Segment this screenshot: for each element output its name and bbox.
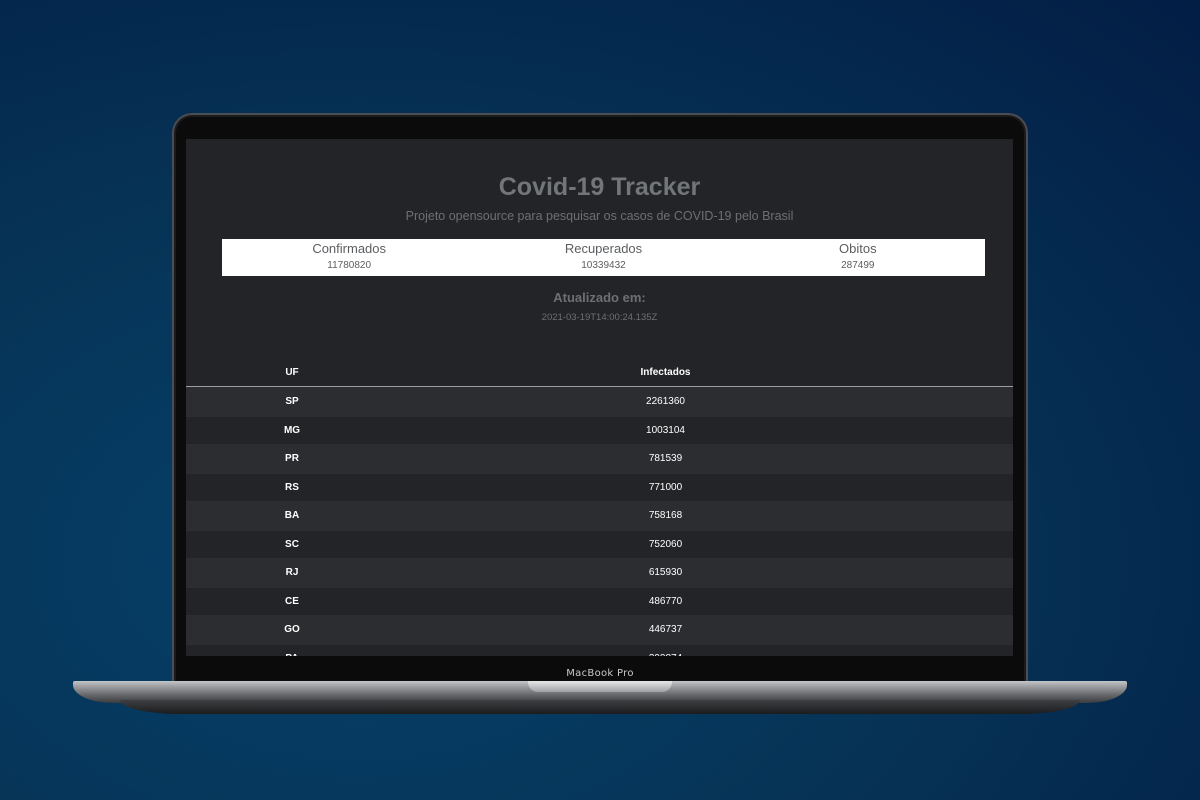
cell-uf: GO xyxy=(284,624,300,636)
stat-value: 10339432 xyxy=(581,260,626,271)
updated-label: Atualizado em: xyxy=(553,290,646,305)
cell-infected: 486770 xyxy=(648,595,683,607)
table-row: SP 2261360 xyxy=(186,387,1013,416)
table-row: MG 1003104 xyxy=(186,415,1013,444)
cell-infected: 615930 xyxy=(648,567,683,579)
stats-card: Confirmados 11780820 Recuperados 1033943… xyxy=(222,239,985,276)
device-label: MacBook Pro xyxy=(566,668,634,679)
page-subtitle: Projeto opensource para pesquisar os cas… xyxy=(405,209,794,223)
table-row: BA 758168 xyxy=(186,501,1013,530)
states-table: UF Infectados SP 2261360 MG 1003104 PR 7… xyxy=(186,359,1013,656)
table-row: PA 390874 xyxy=(186,643,1013,656)
cell-uf: SC xyxy=(285,538,299,550)
cell-infected: 1003104 xyxy=(646,424,685,436)
cell-infected: 390874 xyxy=(398,653,1013,656)
column-header-uf[interactable]: UF xyxy=(186,367,398,378)
cell-uf: RJ xyxy=(285,567,299,579)
stat-label: Confirmados xyxy=(312,241,387,256)
table-row: RJ 615930 xyxy=(186,558,1013,587)
cell-infected: 771000 xyxy=(648,481,683,493)
table-row: CE 486770 xyxy=(186,586,1013,615)
page-title: Covid-19 Tracker xyxy=(498,173,701,201)
cell-infected: 446737 xyxy=(648,624,683,636)
cell-infected: 752060 xyxy=(648,538,683,550)
table-row: PR 781539 xyxy=(186,444,1013,473)
table-body: SP 2261360 MG 1003104 PR 781539 RS 77100… xyxy=(186,387,1013,656)
table-row: GO 446737 xyxy=(186,615,1013,644)
cell-uf: RS xyxy=(285,481,299,493)
stat-value: 11780820 xyxy=(327,260,372,271)
cell-uf: MG xyxy=(283,424,301,436)
laptop-notch xyxy=(528,681,672,692)
table-row: RS 771000 xyxy=(186,472,1013,501)
cell-uf: PA xyxy=(186,653,398,656)
table-header: UF Infectados xyxy=(186,359,1013,387)
stat-value: 287499 xyxy=(841,260,875,271)
stat-recovered: Recuperados 10339432 xyxy=(476,239,730,276)
column-header-infected[interactable]: Infectados xyxy=(398,367,1013,378)
stat-deaths: Obitos 287499 xyxy=(731,239,985,276)
cell-uf: CE xyxy=(285,595,299,607)
cell-uf: BA xyxy=(284,510,300,522)
cell-uf: PR xyxy=(285,453,299,465)
stat-confirmed: Confirmados 11780820 xyxy=(222,239,476,276)
cell-uf: SP xyxy=(285,396,299,408)
stat-label: Recuperados xyxy=(564,241,643,256)
cell-infected: 758168 xyxy=(648,510,683,522)
table-row: SC 752060 xyxy=(186,529,1013,558)
updated-timestamp: 2021-03-19T14:00:24.135Z xyxy=(541,312,658,323)
app-screen: Covid-19 Tracker Projeto opensource para… xyxy=(186,139,1013,656)
cell-infected: 2261360 xyxy=(646,396,685,408)
stat-label: Obitos xyxy=(839,241,877,256)
cell-infected: 781539 xyxy=(648,453,683,465)
laptop-base-foot xyxy=(120,700,1080,714)
